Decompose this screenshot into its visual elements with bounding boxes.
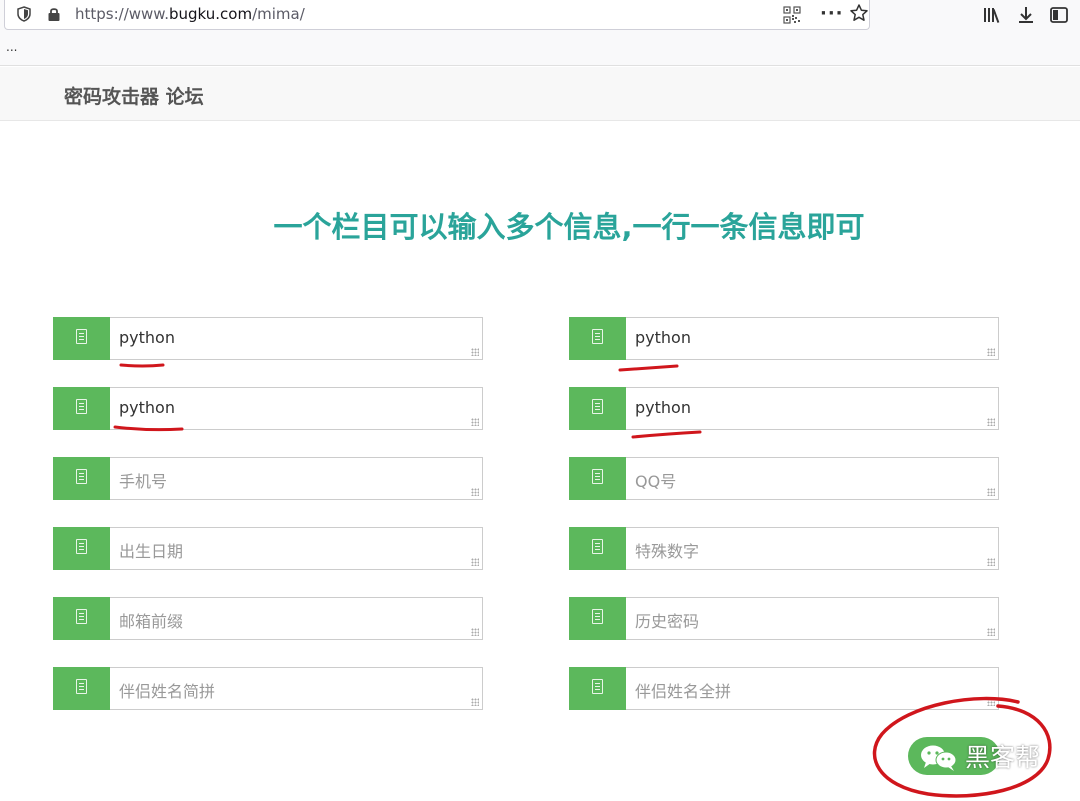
resize-grip-icon[interactable]: [987, 488, 995, 496]
page-headline: 一个栏目可以输入多个信息,一行一条信息即可: [273, 210, 865, 244]
download-icon[interactable]: [1016, 5, 1036, 25]
info-textarea-2[interactable]: python: [626, 318, 998, 359]
field-box: python: [110, 317, 483, 360]
resize-grip-icon[interactable]: [471, 628, 479, 636]
resize-grip-icon[interactable]: [987, 558, 995, 566]
document-icon: [76, 399, 87, 414]
input-group-qq: [569, 457, 999, 500]
field-addon: [569, 527, 626, 570]
red-underline-mark: [119, 363, 165, 368]
input-group-partner-initials: [53, 667, 483, 710]
resize-grip-icon[interactable]: [471, 558, 479, 566]
document-icon: [76, 609, 87, 624]
input-group-2: python: [569, 317, 999, 360]
field-box: [626, 597, 999, 640]
document-icon: [76, 539, 87, 554]
qq-textarea[interactable]: [626, 458, 998, 499]
document-icon: [592, 609, 603, 624]
red-underline-mark: [113, 425, 184, 432]
special-number-textarea[interactable]: [626, 528, 998, 569]
url-host: bugku.com: [168, 5, 253, 23]
field-box: [110, 667, 483, 710]
url-text[interactable]: https://www.bugku.com/mima/: [75, 5, 305, 23]
info-textarea-4[interactable]: python: [626, 388, 998, 429]
input-group-special-number: [569, 527, 999, 570]
sidebar-icon[interactable]: [1049, 5, 1069, 25]
red-underline-mark: [618, 364, 679, 372]
field-box: [626, 457, 999, 500]
url-path: /mima/: [252, 5, 305, 23]
field-box: [110, 527, 483, 570]
field-addon: [569, 667, 626, 710]
input-group-4: python: [569, 387, 999, 430]
field-addon: [569, 317, 626, 360]
info-textarea-3[interactable]: python: [110, 388, 482, 429]
site-brand[interactable]: 密码攻击器 论坛: [64, 82, 204, 109]
shield-icon[interactable]: [17, 6, 31, 22]
bookmarks-overflow[interactable]: ...: [6, 40, 17, 54]
document-icon: [76, 679, 87, 694]
input-group-birthday: [53, 527, 483, 570]
library-icon[interactable]: [982, 5, 1002, 25]
input-group-1: python: [53, 317, 483, 360]
field-box: python: [626, 317, 999, 360]
field-addon: [53, 527, 110, 570]
resize-grip-icon[interactable]: [987, 628, 995, 636]
field-box: python: [626, 387, 999, 430]
resize-grip-icon[interactable]: [471, 348, 479, 356]
browser-toolbar: https://www.bugku.com/mima/ ··· ...: [0, 0, 1080, 66]
document-icon: [592, 679, 603, 694]
phone-textarea[interactable]: [110, 458, 482, 499]
more-actions-icon[interactable]: ···: [820, 3, 844, 24]
resize-grip-icon[interactable]: [471, 418, 479, 426]
red-underline-mark: [631, 430, 702, 439]
field-box: [110, 457, 483, 500]
field-addon: [569, 457, 626, 500]
field-box: [110, 597, 483, 640]
document-icon: [76, 329, 87, 344]
input-group-email-prefix: [53, 597, 483, 640]
document-icon: [592, 469, 603, 484]
resize-grip-icon[interactable]: [471, 488, 479, 496]
field-addon: [53, 387, 110, 430]
site-navbar: 密码攻击器 论坛: [0, 67, 1080, 121]
document-icon: [592, 399, 603, 414]
field-addon: [569, 597, 626, 640]
url-prefix: https://www.: [75, 5, 169, 23]
field-addon: [53, 597, 110, 640]
partner-initials-textarea[interactable]: [110, 668, 482, 709]
resize-grip-icon[interactable]: [987, 418, 995, 426]
resize-grip-icon[interactable]: [471, 698, 479, 706]
input-group-phone: [53, 457, 483, 500]
red-circle-mark: [872, 696, 1052, 798]
bookmark-star-icon[interactable]: [849, 3, 869, 23]
input-group-old-password: [569, 597, 999, 640]
field-box: [626, 527, 999, 570]
lock-icon[interactable]: [47, 6, 61, 22]
document-icon: [592, 539, 603, 554]
resize-grip-icon[interactable]: [987, 348, 995, 356]
qr-code-icon[interactable]: [783, 6, 801, 24]
birthday-textarea[interactable]: [110, 528, 482, 569]
info-textarea-1[interactable]: python: [110, 318, 482, 359]
field-addon: [53, 317, 110, 360]
field-addon: [53, 667, 110, 710]
document-icon: [76, 469, 87, 484]
email-prefix-textarea[interactable]: [110, 598, 482, 639]
field-addon: [569, 387, 626, 430]
document-icon: [592, 329, 603, 344]
field-addon: [53, 457, 110, 500]
address-bar[interactable]: https://www.bugku.com/mima/ ···: [4, 0, 870, 30]
old-password-textarea[interactable]: [626, 598, 998, 639]
